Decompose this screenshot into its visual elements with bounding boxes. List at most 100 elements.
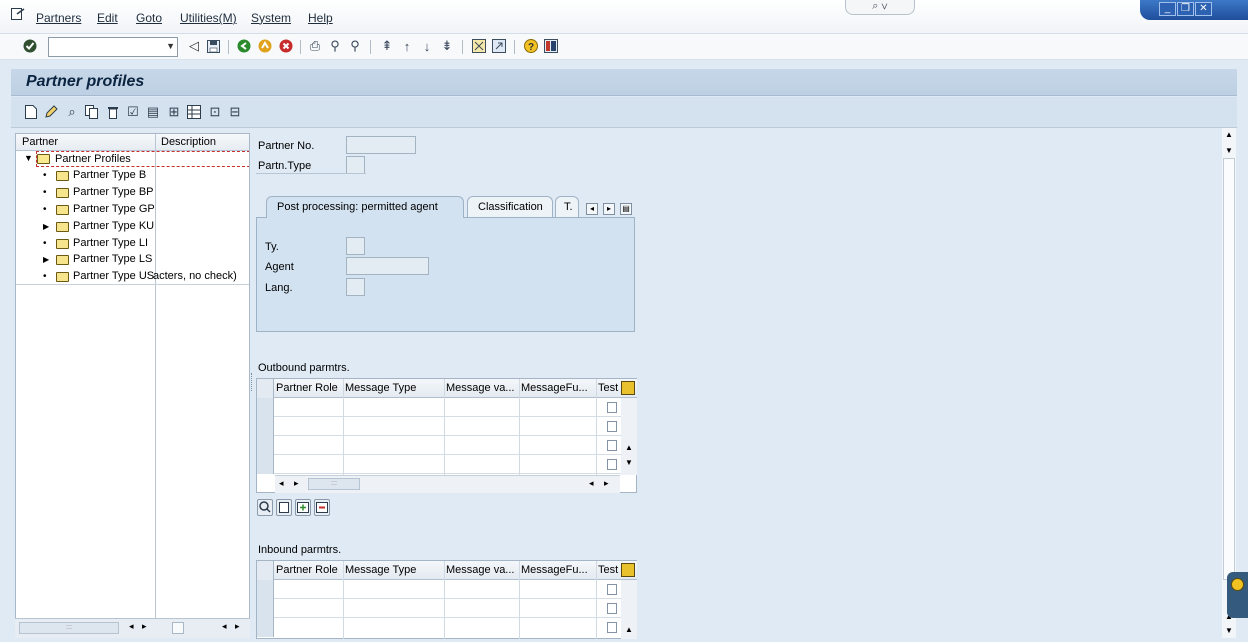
test-checkbox[interactable] (607, 440, 617, 451)
command-input[interactable] (49, 38, 159, 54)
scroll-left-icon[interactable]: ◂ (129, 621, 134, 632)
column-header[interactable]: Message va... (446, 382, 518, 394)
vertical-scrollbar[interactable]: ▲ ▼ (621, 398, 637, 475)
test-checkbox[interactable] (607, 402, 617, 413)
horizontal-scrollbar[interactable]: ◂ ▸ ::: ◂ ▸ (275, 475, 620, 493)
scroll-right-icon[interactable]: ▸ (604, 478, 609, 489)
splitter-handle[interactable] (251, 373, 253, 391)
change-icon[interactable] (43, 104, 59, 120)
menu-item-edit[interactable]: Edit (97, 11, 118, 25)
scroll-up-icon[interactable]: ▲ (625, 443, 633, 452)
restore-button[interactable]: ❐ (1177, 2, 1194, 16)
tab-post-processing[interactable]: Post processing: permitted agent (266, 196, 464, 218)
scroll-thumb[interactable] (1223, 158, 1235, 580)
cancel-icon[interactable] (278, 38, 294, 54)
column-header[interactable]: MessageFu... (521, 564, 596, 576)
delete-row-button[interactable] (314, 499, 330, 516)
row-selector[interactable] (257, 398, 274, 417)
expand-triangle-icon[interactable]: ▼ (24, 153, 33, 163)
main-vertical-scrollbar[interactable]: ▲ ▼ ▲ ▼ (1222, 128, 1236, 638)
column-header[interactable]: Message Type (345, 382, 445, 394)
enter-icon[interactable] (22, 38, 38, 54)
table-icon[interactable] (186, 104, 202, 120)
minimize-button[interactable]: _ (1159, 2, 1176, 16)
row-selector[interactable] (257, 599, 274, 618)
previous-page-icon[interactable]: ↑ (399, 38, 415, 54)
table-row[interactable] (257, 618, 622, 637)
agent-field[interactable] (346, 257, 429, 275)
row-selector[interactable] (257, 417, 274, 436)
expand-triangle-icon[interactable]: ▶ (43, 222, 49, 231)
tree-item[interactable]: • Partner Type B (16, 168, 249, 184)
settings-icon[interactable]: ⊟ (227, 104, 243, 120)
copy-icon[interactable] (84, 104, 100, 120)
scroll-left-icon[interactable]: ◂ (222, 621, 227, 632)
column-header[interactable]: Partner Role (276, 564, 342, 576)
select-all-cell[interactable] (257, 379, 274, 398)
tree-header-description[interactable]: Description (161, 136, 216, 148)
table-row[interactable] (257, 580, 622, 599)
hierarchy-icon[interactable]: ⊞ (166, 104, 182, 120)
test-checkbox[interactable] (607, 459, 617, 470)
table-row[interactable] (257, 398, 622, 417)
table-row[interactable] (257, 455, 622, 474)
table-row[interactable] (257, 436, 622, 455)
tree-item[interactable]: ▶ Partner Type LS (16, 252, 249, 268)
export-icon[interactable]: ⊡ (207, 104, 223, 120)
test-checkbox[interactable] (607, 622, 617, 633)
column-header[interactable]: Message va... (446, 564, 518, 576)
column-settings-icon[interactable] (621, 381, 635, 395)
menu-item-partners[interactable]: Partners (36, 11, 81, 25)
column-header[interactable]: Message Type (345, 564, 445, 576)
scroll-right-icon[interactable]: ▸ (235, 621, 240, 632)
tab-scroll-right-icon[interactable]: ▸ (603, 203, 615, 215)
tab-list-icon[interactable]: ▤ (620, 203, 632, 215)
copy-button[interactable] (276, 499, 292, 516)
scroll-up-icon[interactable]: ▲ (625, 625, 633, 634)
tree-header-partner[interactable]: Partner (22, 136, 58, 148)
scroll-up-icon[interactable]: ▲ (1225, 130, 1233, 139)
partn-type-field[interactable] (346, 156, 365, 174)
row-selector[interactable] (257, 436, 274, 455)
shortcut-icon[interactable] (491, 38, 507, 54)
test-checkbox[interactable] (607, 603, 617, 614)
assistant-handle-icon[interactable] (1227, 572, 1248, 618)
help-icon[interactable]: ? (523, 38, 539, 54)
partner-no-field[interactable] (346, 136, 416, 154)
scroll-down-icon[interactable]: ▼ (625, 458, 633, 467)
test-checkbox[interactable] (607, 421, 617, 432)
exit-icon[interactable] (257, 38, 273, 54)
ty-field[interactable] (346, 237, 365, 255)
menu-item-utilities[interactable]: Utilities(M) (180, 11, 237, 25)
check-icon[interactable]: ☑ (125, 104, 141, 120)
new-session-icon[interactable] (471, 38, 487, 54)
test-checkbox[interactable] (607, 584, 617, 595)
column-header[interactable]: Test (598, 382, 620, 394)
scroll-thumb[interactable]: ::: (308, 478, 360, 490)
row-selector[interactable] (257, 618, 274, 637)
print-icon[interactable]: ⎙ (307, 38, 323, 54)
scroll-right-icon[interactable]: ▸ (142, 621, 147, 632)
first-page-icon[interactable]: ⇞ (379, 38, 395, 54)
tab-scroll-left-icon[interactable]: ◂ (586, 203, 598, 215)
scroll-thumb[interactable] (172, 622, 184, 634)
column-header[interactable]: MessageFu... (521, 382, 596, 394)
menu-item-system[interactable]: System (251, 11, 291, 25)
scroll-down-icon[interactable]: ▼ (1225, 626, 1233, 635)
menu-icon[interactable] (11, 8, 25, 20)
find-next-icon[interactable]: ⚲ (347, 38, 363, 54)
tab-classification[interactable]: Classification (467, 196, 553, 218)
scroll-left-icon[interactable]: ◂ (589, 478, 594, 489)
last-page-icon[interactable]: ⇟ (439, 38, 455, 54)
scroll-left-icon[interactable]: ◂ (279, 478, 284, 489)
select-all-cell[interactable] (257, 561, 274, 580)
command-field[interactable]: ▼ (48, 37, 178, 57)
triangle-left-icon[interactable]: ◁ (186, 38, 202, 54)
details-button[interactable] (257, 499, 273, 516)
row-selector[interactable] (257, 455, 274, 474)
tree-item[interactable]: • Partner Type US acters, no check) (16, 269, 249, 285)
tree-item[interactable]: • Partner Type LI (16, 236, 249, 252)
menu-item-goto[interactable]: Goto (136, 11, 162, 25)
insert-row-button[interactable] (295, 499, 311, 516)
vertical-scrollbar[interactable]: ▲ (621, 580, 637, 639)
